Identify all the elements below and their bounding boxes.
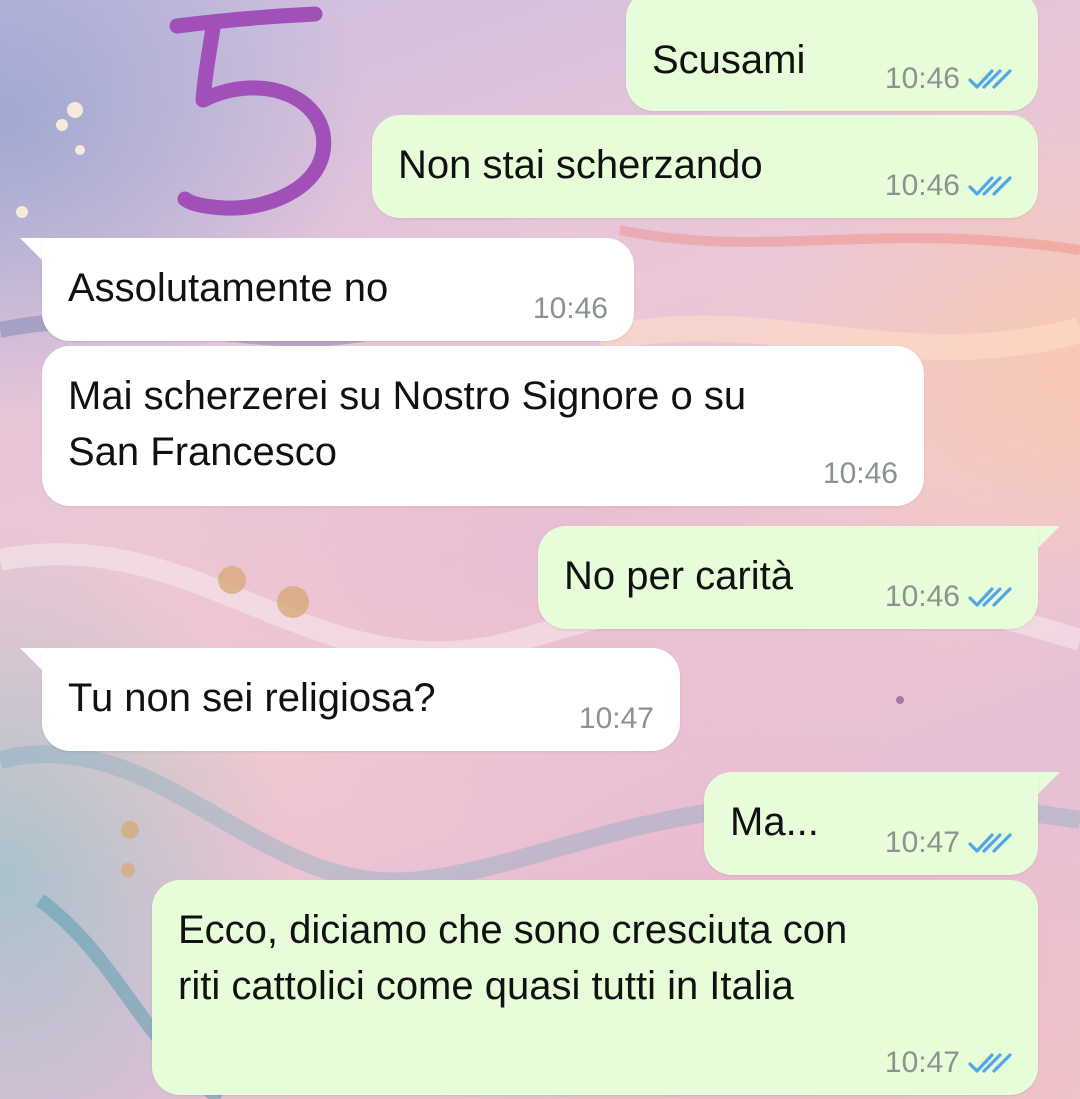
- message-meta: 10:47: [579, 701, 654, 737]
- read-receipt-icon: [968, 833, 1012, 853]
- message-meta: 10:47: [885, 825, 1012, 861]
- message-text: Mai scherzerei su Nostro Signore o su Sa…: [68, 374, 747, 474]
- message-time: 10:46: [822, 457, 898, 490]
- message-bubble-outgoing[interactable]: Ma... 10:47: [704, 772, 1038, 875]
- message-time: 10:47: [884, 826, 960, 859]
- message-meta: 10:46: [823, 456, 898, 492]
- message-time: 10:46: [884, 580, 960, 613]
- message-bubble-outgoing[interactable]: Scusami 10:46: [626, 0, 1038, 111]
- read-receipt-icon: [968, 587, 1012, 607]
- message-text: Assolutamente no: [68, 266, 389, 310]
- message-text: No per carità: [564, 554, 793, 598]
- message-bubble-incoming[interactable]: Assolutamente no 10:46: [42, 238, 634, 341]
- read-receipt-icon: [968, 176, 1012, 196]
- message-time: 10:47: [884, 1046, 960, 1079]
- message-bubble-outgoing[interactable]: Ecco, diciamo che sono cresciuta con rit…: [152, 880, 1038, 1095]
- message-time: 10:46: [884, 62, 960, 95]
- message-bubble-incoming[interactable]: Mai scherzerei su Nostro Signore o su Sa…: [42, 346, 924, 506]
- message-meta: 10:47: [885, 1045, 1012, 1081]
- message-time: 10:46: [532, 292, 608, 325]
- message-time: 10:47: [578, 702, 654, 735]
- message-meta: 10:46: [885, 579, 1012, 615]
- message-meta: 10:46: [885, 168, 1012, 204]
- message-text: Tu non sei religiosa?: [68, 676, 436, 720]
- message-text: Ma...: [730, 800, 819, 844]
- message-text: Non stai scherzando: [398, 143, 763, 187]
- message-bubble-incoming[interactable]: Tu non sei religiosa? 10:47: [42, 648, 680, 751]
- message-meta: 10:46: [533, 291, 608, 327]
- message-bubble-outgoing[interactable]: Non stai scherzando 10:46: [372, 115, 1038, 218]
- message-text: Scusami: [652, 38, 806, 82]
- handwritten-number-annotation: [169, 6, 332, 216]
- message-bubble-outgoing[interactable]: No per carità 10:46: [538, 526, 1038, 629]
- message-meta: 10:46: [885, 61, 1012, 97]
- message-time: 10:46: [884, 169, 960, 202]
- read-receipt-icon: [968, 1053, 1012, 1073]
- message-text: Ecco, diciamo che sono cresciuta con rit…: [178, 908, 848, 1008]
- read-receipt-icon: [968, 69, 1012, 89]
